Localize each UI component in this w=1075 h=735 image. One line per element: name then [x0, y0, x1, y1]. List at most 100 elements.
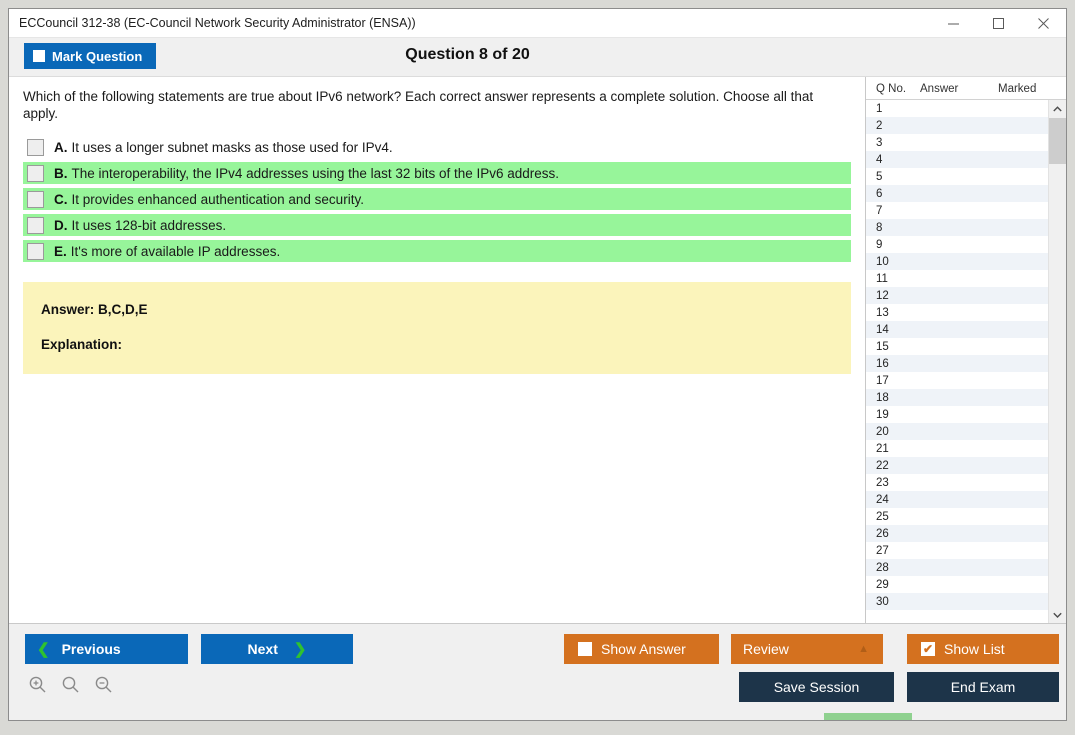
question-list-header: Q No. Answer Marked	[866, 77, 1066, 100]
option-text: It uses a longer subnet masks as those u…	[71, 139, 393, 155]
question-list-pane: Q No. Answer Marked 1 2 3 4 5 6 7 8 9 10 11 12 13 14 1…	[866, 77, 1066, 623]
answer-option-c[interactable]: C. It provides enhanced authentication an…	[23, 188, 851, 210]
zoom-in-icon[interactable]	[25, 672, 49, 696]
scroll-up-icon[interactable]	[1049, 100, 1066, 117]
question-number-cell: 7	[876, 204, 883, 217]
end-exam-button[interactable]: End Exam	[907, 672, 1059, 702]
question-number-cell: 22	[876, 459, 889, 472]
question-list-row[interactable]: 28	[866, 559, 1048, 576]
show-list-button[interactable]: ✔ Show List	[907, 634, 1059, 664]
option-checkbox[interactable]	[27, 164, 44, 182]
question-number-cell: 26	[876, 527, 889, 540]
question-list-row[interactable]: 11	[866, 270, 1048, 287]
option-checkbox[interactable]	[27, 138, 44, 156]
answer-option-a[interactable]: A. It uses a longer subnet masks as those…	[23, 136, 851, 158]
question-list-row[interactable]: 3	[866, 134, 1048, 151]
question-list-row[interactable]: 2	[866, 117, 1048, 134]
window-titlebar: ECCouncil 312-38 (EC-Council Network Sec…	[9, 9, 1066, 38]
question-number-cell: 24	[876, 493, 889, 506]
question-number-cell: 11	[876, 272, 888, 285]
question-number-cell: 3	[876, 136, 883, 149]
exam-window: ECCouncil 312-38 (EC-Council Network Sec…	[8, 8, 1067, 721]
question-list-row[interactable]: 16	[866, 355, 1048, 372]
question-list-row[interactable]: 14	[866, 321, 1048, 338]
question-list-row[interactable]: 29	[866, 576, 1048, 593]
page-title: Question 8 of 20	[405, 46, 530, 63]
question-list-row[interactable]: 13	[866, 304, 1048, 321]
question-list-rows: 1 2 3 4 5 6 7 8 9 10 11 12 13 14 15 16 17 18 19 20 21 22 23 24 2…	[866, 100, 1048, 623]
question-list-row[interactable]: 30	[866, 593, 1048, 610]
question-list-row[interactable]: 17	[866, 372, 1048, 389]
scroll-down-icon[interactable]	[1049, 606, 1066, 623]
option-checkbox[interactable]	[27, 242, 44, 260]
close-icon[interactable]	[1021, 9, 1066, 37]
explanation-line: Explanation:	[41, 337, 123, 352]
show-list-checkbox-icon: ✔	[921, 642, 935, 656]
question-list-row[interactable]: 9	[866, 236, 1048, 253]
save-session-button[interactable]: Save Session	[739, 672, 894, 702]
question-list-row[interactable]: 10	[866, 253, 1048, 270]
option-checkbox[interactable]	[27, 216, 44, 234]
column-header-marked: Marked	[998, 83, 1037, 95]
question-list-row[interactable]: 23	[866, 474, 1048, 491]
answer-option-d[interactable]: D. It uses 128-bit addresses.	[23, 214, 851, 236]
question-number-cell: 15	[876, 340, 889, 353]
question-list-row[interactable]: 27	[866, 542, 1048, 559]
previous-button[interactable]: ❮ Previous	[25, 634, 188, 664]
end-exam-label: End Exam	[950, 679, 1016, 695]
question-list-row[interactable]: 4	[866, 151, 1048, 168]
maximize-icon[interactable]	[976, 9, 1021, 37]
chevron-left-icon: ❮	[37, 641, 50, 658]
question-text: Which of the following statements are tr…	[23, 89, 814, 121]
question-list-row[interactable]: 20	[866, 423, 1048, 440]
question-list-row[interactable]: 18	[866, 389, 1048, 406]
column-header-qno: Q No.	[876, 83, 907, 95]
zoom-out-icon[interactable]	[91, 672, 115, 696]
window-title: ECCouncil 312-38 (EC-Council Network Sec…	[19, 16, 416, 30]
question-number-cell: 16	[876, 357, 889, 370]
question-number-cell: 30	[876, 595, 889, 608]
question-number-cell: 14	[876, 323, 889, 336]
option-text: It's more of available IP addresses.	[70, 243, 281, 259]
zoom-toolbar	[25, 672, 115, 696]
option-checkbox[interactable]	[27, 190, 44, 208]
question-number-cell: 12	[876, 289, 889, 302]
question-number-cell: 1	[876, 102, 883, 115]
question-list-row[interactable]: 8	[866, 219, 1048, 236]
chevron-up-icon: ▲	[858, 643, 869, 655]
question-number-cell: 23	[876, 476, 889, 489]
question-list-row[interactable]: 6	[866, 185, 1048, 202]
next-button[interactable]: Next ❯	[201, 634, 353, 664]
answer-option-e[interactable]: E. It's more of available IP addresses.	[23, 240, 851, 262]
previous-label: Previous	[61, 641, 121, 657]
minimize-icon[interactable]	[931, 9, 976, 37]
question-number-cell: 13	[876, 306, 889, 319]
exam-footer: ❮ Previous Next ❯ Show Answer Review ▲ ✔…	[9, 623, 1066, 720]
question-list-row[interactable]: 21	[866, 440, 1048, 457]
answer-options-list: A. It uses a longer subnet masks as those…	[23, 136, 851, 262]
review-dropdown[interactable]: Review ▲	[731, 634, 883, 664]
question-list-row[interactable]: 22	[866, 457, 1048, 474]
save-session-label: Save Session	[773, 679, 860, 695]
option-letter: E.	[54, 243, 67, 259]
option-text: The interoperability, the IPv4 addresses…	[71, 165, 560, 181]
question-list-row[interactable]: 1	[866, 100, 1048, 117]
question-list-scrollbar[interactable]	[1048, 100, 1066, 623]
scrollbar-thumb[interactable]	[1049, 118, 1066, 164]
question-list-row[interactable]: 15	[866, 338, 1048, 355]
zoom-reset-icon[interactable]	[58, 672, 82, 696]
answer-option-b[interactable]: B. The interoperability, the IPv4 address…	[23, 162, 851, 184]
option-text: It uses 128-bit addresses.	[71, 217, 227, 233]
question-list-row[interactable]: 24	[866, 491, 1048, 508]
question-list-row[interactable]: 7	[866, 202, 1048, 219]
review-label: Review	[743, 641, 789, 657]
question-list-row[interactable]: 25	[866, 508, 1048, 525]
question-number-cell: 28	[876, 561, 889, 574]
show-answer-button[interactable]: Show Answer	[564, 634, 719, 664]
option-letter: B.	[54, 165, 68, 181]
question-list-row[interactable]: 26	[866, 525, 1048, 542]
question-list-row[interactable]: 19	[866, 406, 1048, 423]
question-list-row[interactable]: 5	[866, 168, 1048, 185]
column-header-answer: Answer	[920, 83, 959, 95]
question-list-row[interactable]: 12	[866, 287, 1048, 304]
